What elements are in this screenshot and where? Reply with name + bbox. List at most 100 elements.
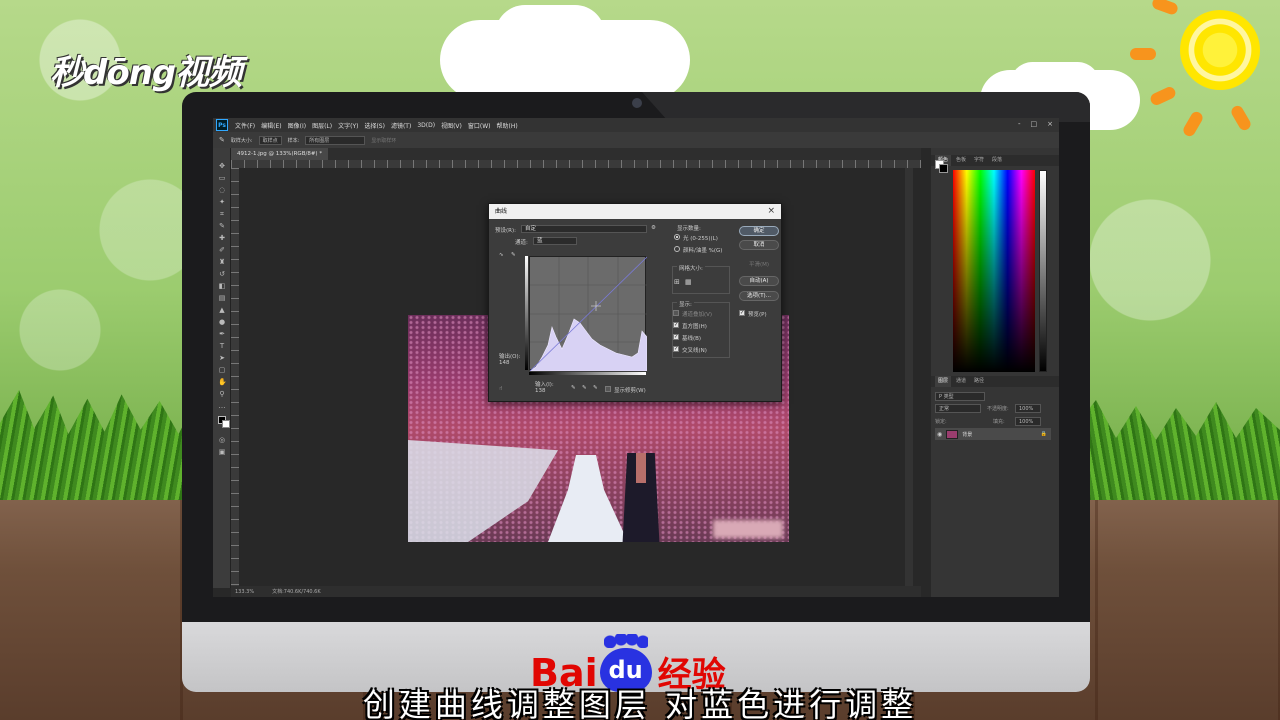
smooth-button[interactable]: 平滑(M) [749,260,769,268]
cancel-button[interactable]: 取消 [739,240,779,250]
black-point-eyedropper-icon[interactable]: ✎ [571,385,576,391]
menu-view[interactable]: 视图(V) [438,121,465,130]
blur-tool-icon[interactable]: ▲ [218,306,226,314]
layer-row[interactable]: ◉ 背景 🔒 [935,428,1051,440]
minimize-button[interactable]: - [1018,120,1021,128]
grid-detailed-icon[interactable]: ▦ [685,278,692,286]
path-select-icon[interactable]: ➤ [218,354,226,362]
tab-paths[interactable]: 路径 [971,376,987,387]
tab-paragraph[interactable]: 段落 [989,155,1005,166]
close-icon[interactable]: × [767,204,775,219]
more-tools-icon[interactable]: … [218,402,226,410]
menu-window[interactable]: 窗口(W) [465,121,494,130]
eyedropper-tool-icon[interactable]: ✎ [218,222,226,230]
crop-tool-icon[interactable]: ⌗ [218,210,226,218]
zoom-tool-icon[interactable]: ⚲ [218,390,226,398]
channel-select[interactable]: 蓝 [533,237,577,245]
menu-layer[interactable]: 图层(L) [309,121,335,130]
move-tool-icon[interactable]: ✥ [218,162,226,170]
color-slider[interactable] [1039,170,1047,372]
history-brush-icon[interactable]: ↺ [218,270,226,278]
pigment-option-label: 颜料/油墨 %(G) [683,248,723,254]
show-clipping-checkbox[interactable] [605,386,611,392]
close-window-button[interactable]: × [1047,120,1053,128]
maximize-button[interactable]: □ [1031,120,1038,128]
histogram-checkbox[interactable]: ✓ [673,322,679,328]
tab-channels[interactable]: 通道 [953,376,969,387]
fill-field[interactable]: 100% [1015,417,1041,426]
color-picker-field[interactable] [953,170,1035,372]
pen-tool-icon[interactable]: ✒ [218,330,226,338]
intersection-label: 交叉线(N) [682,348,707,354]
lasso-tool-icon[interactable]: ◌ [218,186,226,194]
marquee-tool-icon[interactable]: ▭ [218,174,226,182]
window-controls: - □ × [1018,120,1053,128]
target-adjust-icon[interactable]: ☝ [499,386,502,392]
preset-select[interactable]: 自定 [521,225,647,233]
type-tool-icon[interactable]: T [218,342,226,350]
grid-simple-icon[interactable]: ⊞ [674,278,680,286]
shape-tool-icon[interactable]: ▢ [218,366,226,374]
blend-mode-select[interactable]: 正常 [935,404,981,413]
vertical-scrollbar[interactable] [905,168,913,586]
input-value[interactable]: 138 [535,388,546,394]
quick-mask-icon[interactable]: ◎ [218,436,226,444]
baseline-checkbox[interactable]: ✓ [673,334,679,340]
intersection-checkbox[interactable]: ✓ [673,346,679,352]
layer-kind-filter[interactable]: P 类型 [935,392,985,401]
show-label: 显示: [677,300,694,308]
gray-point-eyedropper-icon[interactable]: ✎ [582,385,587,391]
tab-swatches[interactable]: 色板 [953,155,969,166]
panel-background-swatch[interactable] [939,164,948,173]
channel-overlay-checkbox[interactable] [673,310,679,316]
quick-select-tool-icon[interactable]: ✦ [218,198,226,206]
webcam-icon [632,98,642,108]
menu-3d[interactable]: 3D(D) [414,122,438,129]
stamp-tool-icon[interactable]: ♜ [218,258,226,266]
tab-layers[interactable]: 图层 [935,376,952,387]
healing-tool-icon[interactable]: ✚ [218,234,226,242]
right-panel-dock: 颜色 色板 字符 段落 图层 通道 路径 P 类型 正常 不透明度: 100% … [931,148,1059,597]
pencil-icon[interactable]: ✎ [511,252,516,258]
curves-dialog: 曲线 × 预设(R): 自定 ⚙ 通道: 蓝 ∿ ✎ 输出(O): 148 输入… [488,203,782,402]
background-color-swatch[interactable] [222,420,230,428]
fill-label: 填充: [993,419,1005,425]
dodge-tool-icon[interactable]: ● [218,318,226,326]
brush-tool-icon[interactable]: ✐ [218,246,226,254]
preview-checkbox[interactable]: ✓ [739,310,745,316]
options-button[interactable]: 选项(T)... [739,291,779,301]
pigment-radio[interactable] [674,246,680,252]
ok-button[interactable]: 确定 [739,226,779,236]
menu-select[interactable]: 选择(S) [361,121,388,130]
curve-edit-icon[interactable]: ∿ [499,252,504,258]
layer-name: 背景 [962,431,973,438]
screen-mode-icon[interactable]: ▣ [218,448,226,456]
channel-label: 通道: [515,240,528,246]
preset-options-gear-icon[interactable]: ⚙ [651,225,656,231]
opacity-field[interactable]: 100% [1015,404,1041,413]
menu-file[interactable]: 文件(F) [232,121,258,130]
menu-image[interactable]: 图像(I) [285,121,309,130]
eraser-tool-icon[interactable]: ◧ [218,282,226,290]
white-point-eyedropper-icon[interactable]: ✎ [593,385,598,391]
photo-groom-shirt [636,453,646,483]
menu-help[interactable]: 帮助(H) [494,121,521,130]
output-value[interactable]: 148 [499,360,510,366]
menu-type[interactable]: 文字(Y) [335,121,361,130]
curve-graph[interactable] [529,256,648,372]
eye-icon[interactable]: ◉ [937,431,942,438]
menu-edit[interactable]: 编辑(E) [258,121,284,130]
show-ring-checkbox[interactable]: 显示取样环 [371,137,396,144]
menu-filter[interactable]: 滤镜(T) [388,121,414,130]
sample-select[interactable]: 所有图层 [305,135,366,145]
document-tab[interactable]: 4912-1.jpg @ 133%(RGB/8#) * [231,148,329,160]
sample-size-select[interactable]: 取样点 [258,135,282,145]
auto-button[interactable]: 自动(A) [739,276,779,286]
hand-tool-icon[interactable]: ✋ [218,378,227,386]
photoshop-window: Ps 文件(F) 编辑(E) 图像(I) 图层(L) 文字(Y) 选择(S) 滤… [213,118,1059,597]
eyedropper-icon[interactable]: ✎ [219,136,225,144]
zoom-level[interactable]: 133.3% [235,589,254,595]
tab-character[interactable]: 字符 [971,155,987,166]
light-radio[interactable] [674,234,680,240]
gradient-tool-icon[interactable]: ▤ [218,294,226,302]
